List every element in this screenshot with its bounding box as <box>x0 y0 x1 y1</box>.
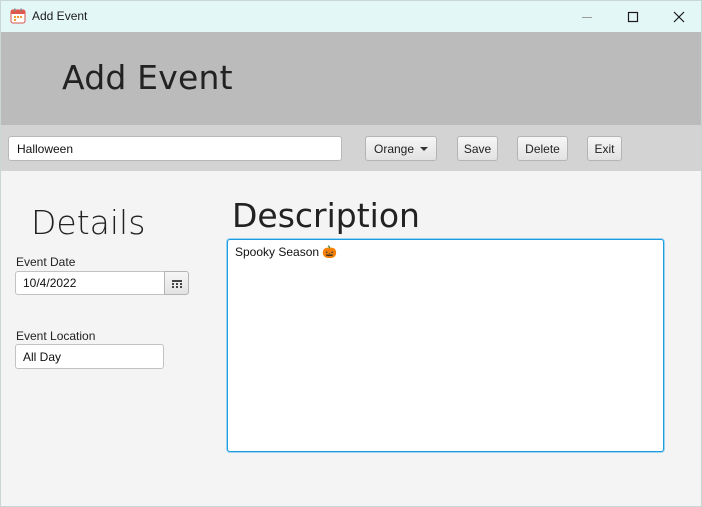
title-bar: Add Event <box>1 1 701 32</box>
description-textarea[interactable]: Spooky Season 🎃 <box>227 239 664 452</box>
save-button[interactable]: Save <box>457 136 498 161</box>
event-location-label: Event Location <box>16 329 96 343</box>
minimize-button[interactable] <box>564 1 610 32</box>
calendar-icon <box>10 8 26 24</box>
exit-button[interactable]: Exit <box>587 136 622 161</box>
maximize-button[interactable] <box>610 1 656 32</box>
color-dropdown[interactable]: Orange <box>365 136 437 161</box>
details-heading: Details <box>31 203 146 242</box>
calendar-grid-icon <box>171 274 182 293</box>
date-picker-button[interactable] <box>164 271 189 295</box>
window-title: Add Event <box>32 9 88 23</box>
page-header: Add Event <box>1 32 701 125</box>
delete-button[interactable]: Delete <box>517 136 568 161</box>
event-location-input[interactable] <box>15 344 164 369</box>
event-name-input[interactable] <box>8 136 342 161</box>
add-event-window: Add Event Add Event Orange Save Delete E… <box>0 0 702 507</box>
page-title: Add Event <box>62 58 233 97</box>
color-dropdown-value: Orange <box>374 141 415 156</box>
description-heading: Description <box>232 196 420 235</box>
chevron-down-icon <box>420 147 428 151</box>
toolbar: Orange Save Delete Exit <box>1 125 701 171</box>
event-date-label: Event Date <box>16 255 76 269</box>
close-button[interactable] <box>656 1 701 32</box>
event-date-input[interactable] <box>15 271 165 295</box>
